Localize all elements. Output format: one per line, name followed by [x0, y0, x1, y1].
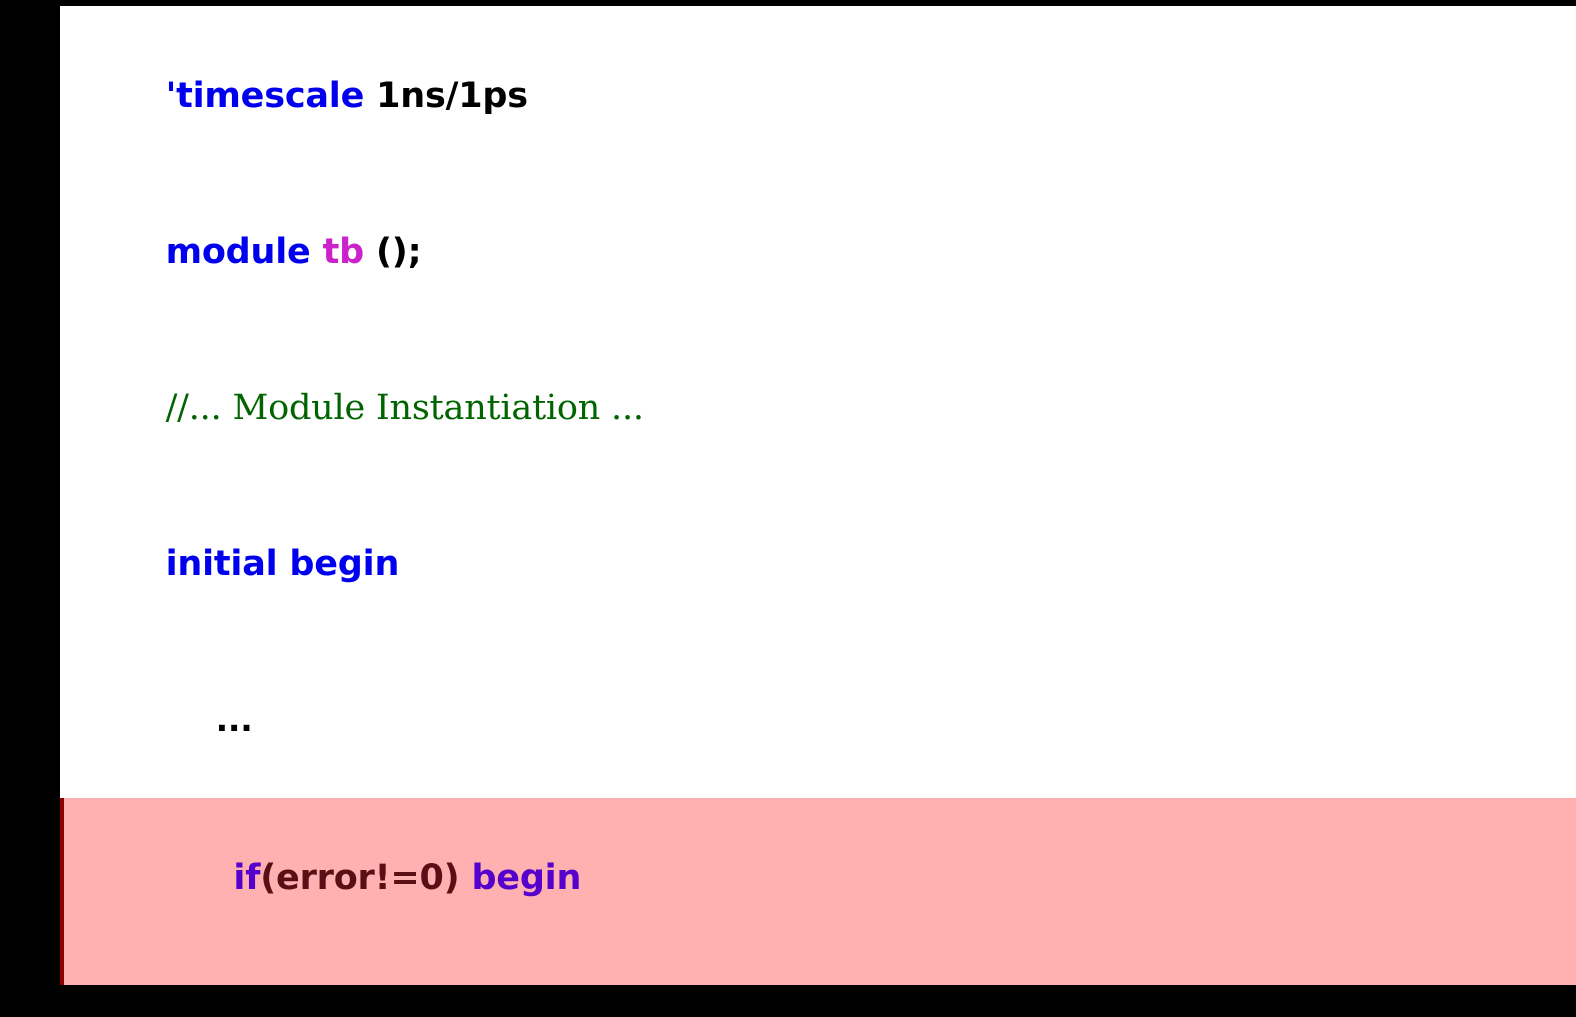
if-error-space — [459, 858, 471, 898]
module-keyword: module — [165, 232, 311, 272]
if-condition-error-ne: (error!=0) — [260, 858, 460, 898]
code-line-ellipsis-1: ... — [60, 642, 1576, 798]
code-line-initial-begin: initial begin — [60, 486, 1576, 642]
error-highlight-block: if(error!=0) begin $display ("The testbe… — [60, 798, 1576, 985]
comment-module-instantiation: //... Module Instantiation ... — [165, 388, 644, 428]
module-space — [311, 232, 323, 272]
ellipsis-1: ... — [215, 700, 253, 739]
code-line-timescale: 'timescale 1ns/1ps — [60, 6, 1576, 174]
slide-frame: 'timescale 1ns/1ps module tb (); //... M… — [0, 0, 1576, 1017]
initial-begin-keywords: initial begin — [165, 544, 400, 584]
timescale-directive: 'timescale — [165, 76, 365, 116]
code-listing-page: 'timescale 1ns/1ps module tb (); //... M… — [60, 6, 1576, 985]
module-name: tb — [322, 232, 365, 272]
if-keyword-error: if — [233, 858, 261, 898]
code-line-if-error-ne: if(error!=0) begin — [64, 800, 1576, 956]
code-line-display-call: $display ("The testbench inputs are: var… — [64, 956, 1576, 985]
module-space-2 — [364, 232, 376, 272]
code-line-comment-instantiation: //... Module Instantiation ... — [60, 330, 1576, 486]
timescale-value: 1ns/1ps — [376, 76, 528, 116]
timescale-space — [364, 76, 376, 116]
module-ports: (); — [375, 232, 422, 272]
code-line-module: module tb (); — [60, 174, 1576, 330]
begin-keyword-error: begin — [471, 858, 582, 898]
